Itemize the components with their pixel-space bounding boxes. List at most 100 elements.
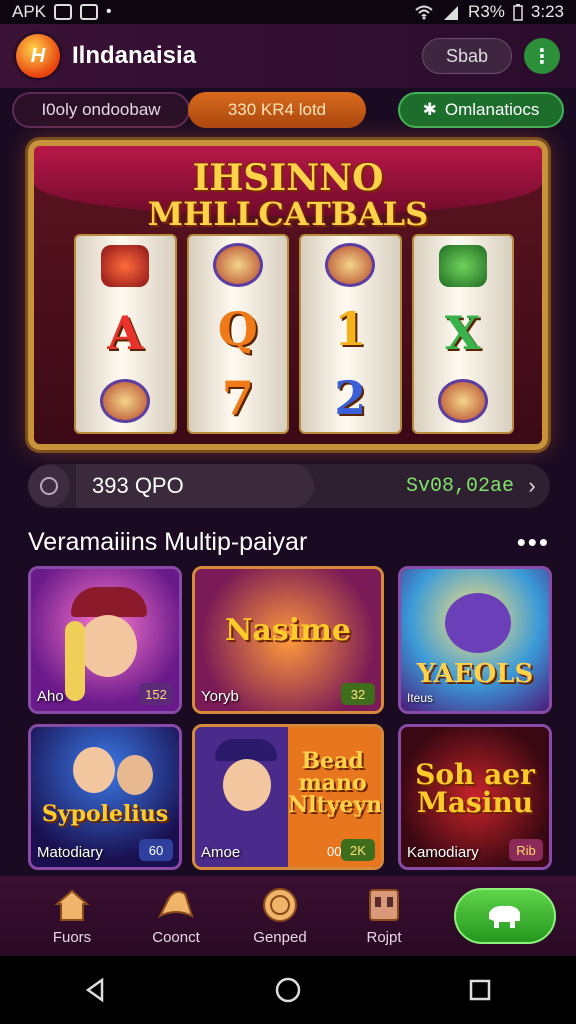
- piggy-bank-icon: [489, 905, 520, 928]
- kebab-menu-icon[interactable]: ⋮: [524, 38, 560, 74]
- dot-icon: •: [106, 3, 112, 20]
- more-options-button[interactable]: •••: [517, 527, 550, 558]
- game-name: Amoe: [201, 844, 241, 861]
- game-art: [401, 569, 549, 711]
- game-badge: 152: [139, 683, 173, 705]
- reel-1: A: [74, 234, 177, 434]
- user-icon[interactable]: [28, 465, 70, 507]
- game-card[interactable]: Aho 152: [28, 566, 182, 714]
- game-card[interactable]: Sypolelius Matodiary 60: [28, 724, 182, 870]
- game-logo: Bead mano Nltyeyn: [287, 748, 383, 818]
- game-card[interactable]: Soh aer Masinu Kamodiary Rib: [398, 724, 552, 870]
- game-card[interactable]: YAEOLS Iteus: [398, 566, 552, 714]
- slot-machine-icon: [365, 887, 403, 923]
- nav-label: Rojpt: [366, 928, 402, 946]
- game-name: Kamodiary: [407, 844, 479, 861]
- battery-icon: [513, 4, 523, 21]
- signin-button[interactable]: Sbab: [422, 38, 512, 74]
- game-badge: 2K: [341, 839, 375, 861]
- banner-title: IHSINNO MHLLCATBALS: [34, 157, 542, 233]
- wifi-icon: [415, 5, 433, 20]
- face-shape-2: [117, 755, 153, 795]
- nav-item-contact[interactable]: Coonct: [124, 887, 228, 946]
- chip-symbol: [100, 378, 151, 423]
- chip-symbol: [325, 243, 376, 288]
- home-circle-icon[interactable]: [274, 976, 302, 1004]
- nav-label: Genped: [253, 928, 307, 946]
- face-shape: [79, 615, 137, 677]
- nav-label: Fuors: [52, 928, 92, 946]
- notification-icon: [54, 4, 73, 20]
- reel-symbol: 2: [334, 370, 367, 425]
- coin-icon: [261, 887, 299, 923]
- system-navigation: [0, 956, 576, 1024]
- creature-shape: [445, 593, 511, 653]
- status-bar: APK • R3% 3:23: [0, 0, 576, 24]
- tab-3-label: Omlanatiocs: [444, 100, 540, 119]
- reel-symbol: Q: [217, 301, 258, 356]
- reel-symbol: 7: [221, 370, 254, 425]
- slot-reels: A Q 7 1 2 X: [74, 234, 514, 434]
- chip-symbol: [212, 243, 263, 288]
- nav-item-genped[interactable]: Genped: [228, 887, 332, 946]
- section-title: Veramaiiins Multip-paiyar: [28, 527, 308, 556]
- game-name: Matodiary: [37, 844, 103, 861]
- chip-symbol: [437, 378, 488, 423]
- game-badge: Rib: [509, 839, 543, 861]
- face-shape: [223, 759, 271, 811]
- nav-item-report[interactable]: Rojpt: [332, 887, 436, 946]
- back-icon[interactable]: [82, 976, 110, 1004]
- logo-text: H: [30, 44, 46, 67]
- app-title: Ilndanaisia: [72, 42, 197, 69]
- gift-icon: ✱: [422, 100, 437, 119]
- category-tabs: I0oly ondoobaw 330 KR4 lotd ✱ Omlanatioc…: [12, 92, 564, 128]
- game-name: Yoryb: [201, 688, 239, 705]
- game-logo: Soh aer Masinu: [415, 757, 535, 819]
- coin-balance: Sv08,02ae: [405, 474, 514, 498]
- clock: 3:23: [530, 2, 564, 21]
- carrier-label: APK: [12, 2, 47, 21]
- game-card[interactable]: Nasime Yoryb 32: [192, 566, 384, 714]
- battery-label: R3%: [468, 2, 505, 21]
- app-logo[interactable]: H: [16, 34, 60, 78]
- nav-item-home[interactable]: Fuors: [20, 887, 124, 946]
- play-button[interactable]: [454, 888, 556, 944]
- reel-2: Q 7: [186, 234, 289, 434]
- balance-amount: 393 QPO: [76, 464, 314, 508]
- tab-2[interactable]: 330 KR4 lotd: [188, 92, 366, 128]
- bottom-navigation: Fuors Coonct Genped Rojpt: [0, 876, 576, 956]
- signal-icon: [444, 6, 459, 20]
- notification-icon-2: [80, 4, 99, 20]
- tab-1[interactable]: I0oly ondoobaw: [12, 92, 190, 128]
- nav-label: Coonct: [152, 928, 200, 946]
- game-badge: 32: [341, 683, 375, 705]
- app-header: H Ilndanaisia Sbab ⋮: [0, 24, 576, 88]
- chevron-right-icon[interactable]: ›: [514, 473, 550, 499]
- reel-3: 1 2: [299, 234, 402, 434]
- reel-symbol: X: [444, 305, 481, 360]
- reel-symbol: 1: [334, 301, 367, 356]
- banner-title-line2: MHLLCATBALS: [147, 194, 429, 233]
- game-badge: 60: [139, 839, 173, 861]
- gift-symbol: [438, 245, 487, 288]
- hat-icon: [157, 887, 195, 923]
- hat-shape: [215, 739, 277, 761]
- game-logo: Nasime: [225, 613, 351, 649]
- section-header: Veramaiiins Multip-paiyar •••: [28, 524, 550, 560]
- game-name: Iteus: [407, 691, 434, 705]
- game-logo: YAEOLS: [416, 659, 534, 690]
- recents-icon[interactable]: [466, 976, 494, 1004]
- game-card[interactable]: Bead mano Nltyeyn Amoe 00 2K: [192, 724, 384, 870]
- balance-bar[interactable]: 393 QPO Sv08,02ae ›: [28, 464, 550, 508]
- reel-4: X: [411, 234, 514, 434]
- reel-symbol: A: [107, 305, 144, 360]
- tab-3[interactable]: ✱ Omlanatiocs: [398, 92, 564, 128]
- game-extra: 00: [327, 844, 342, 859]
- slot-banner[interactable]: IHSINNO MHLLCATBALS A Q 7 1 2 X: [28, 140, 548, 450]
- banner-title-line1: IHSINNO: [192, 157, 384, 199]
- face-shape: [73, 747, 115, 793]
- game-name: Aho: [37, 688, 64, 705]
- game-logo: Sypolelius: [41, 800, 169, 827]
- hair-shape: [65, 621, 85, 701]
- hat-shape: [71, 587, 147, 617]
